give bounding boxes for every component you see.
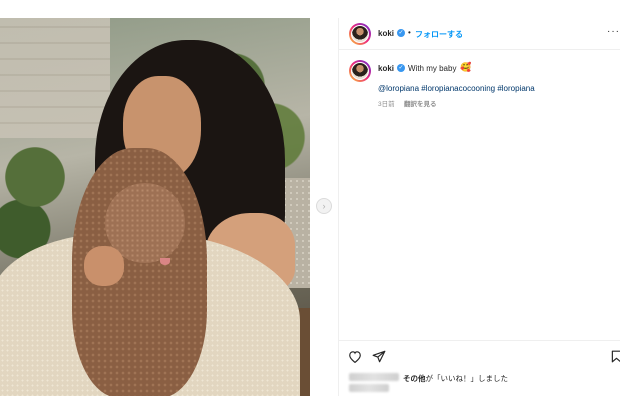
caption-avatar[interactable] [349, 60, 371, 82]
more-options-button[interactable]: ··· [607, 26, 620, 37]
verified-badge-icon: ✓ [397, 29, 405, 37]
post-actions: その他が「いいね！」しました [339, 340, 620, 396]
send-icon[interactable] [372, 350, 386, 368]
chevron-right-icon: › [322, 201, 326, 211]
follow-button[interactable]: フォローする [415, 29, 463, 40]
liker-avatar-blurred [349, 373, 399, 381]
likes-rest: が「いいね！」しました [425, 374, 509, 383]
caption-text: With my baby [408, 64, 457, 73]
heart-icon[interactable] [348, 350, 362, 368]
liker-name-blurred [349, 384, 389, 392]
separator-dot: • [408, 28, 411, 37]
post-header: koki ✓ • フォローする ··· [339, 18, 620, 50]
smiling-face-hearts-icon: 🥰 [460, 62, 472, 72]
translate-link[interactable]: 翻訳を見る [404, 98, 437, 108]
caption-username-link[interactable]: koki [378, 64, 394, 73]
avatar[interactable] [349, 23, 371, 45]
caption-hashtags[interactable]: @loropiana #loropianacocooning #loropian… [378, 84, 535, 93]
post-time[interactable]: 3日前 [378, 98, 395, 108]
photo-hand [84, 246, 124, 286]
likes-others[interactable]: その他 [403, 374, 426, 383]
username-link[interactable]: koki [378, 29, 394, 38]
verified-badge-icon: ✓ [397, 64, 405, 72]
bookmark-icon[interactable] [611, 350, 620, 368]
next-image-button[interactable]: › [316, 198, 332, 214]
photo-wall [0, 18, 110, 138]
post-modal: › koki ✓ • フォローする ··· koki ✓ With my bab… [0, 0, 620, 413]
photo-dog-tongue [160, 258, 170, 265]
post-side-panel: koki ✓ • フォローする ··· koki ✓ With my baby … [338, 18, 620, 396]
likes-summary[interactable]: その他が「いいね！」しました [403, 373, 508, 384]
post-photo[interactable] [0, 18, 310, 396]
